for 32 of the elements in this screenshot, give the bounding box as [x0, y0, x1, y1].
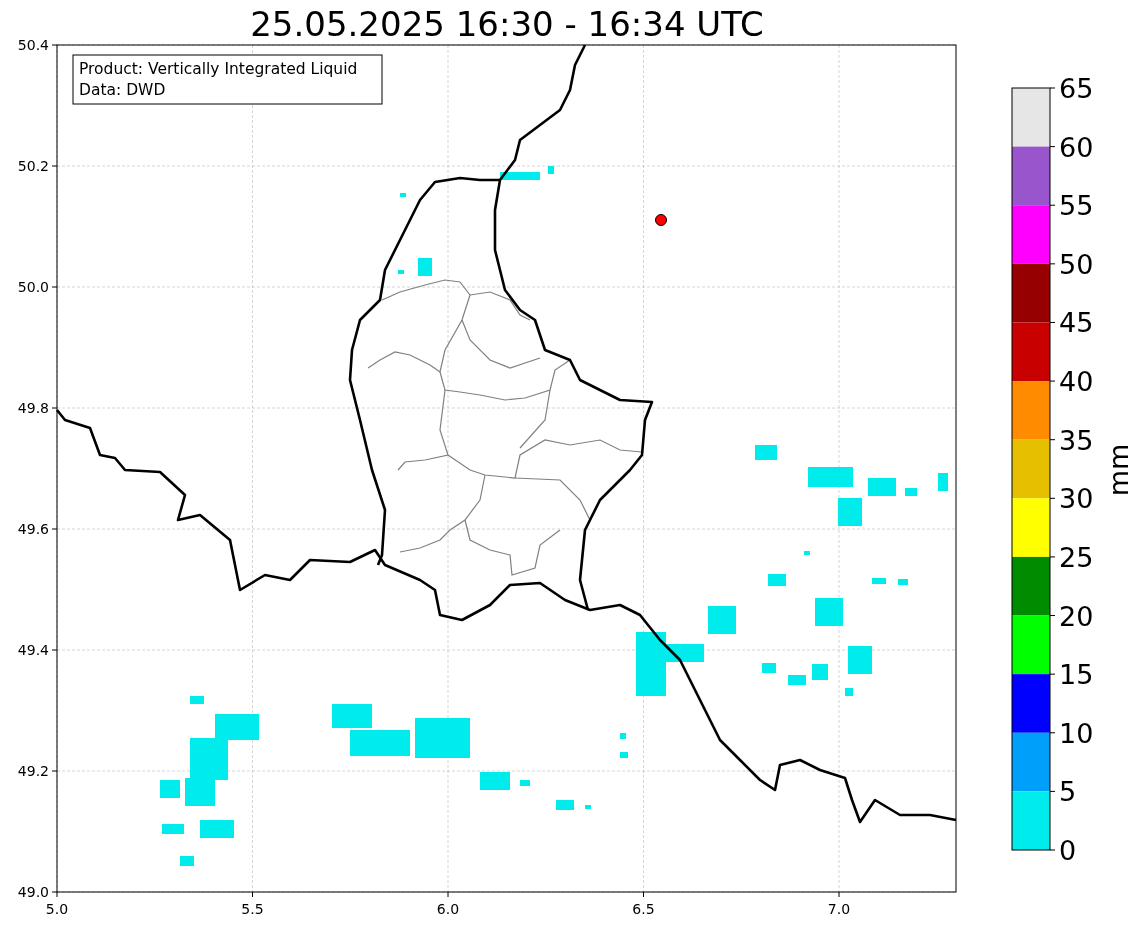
y-tick-label: 49.2 — [17, 763, 49, 779]
y-tick-label: 50.2 — [17, 158, 49, 174]
colorbar-tick-label: 15 — [1059, 659, 1094, 691]
info-text: Data: DWD — [79, 81, 166, 99]
y-tick-label: 49.6 — [17, 521, 49, 537]
colorbar-tick-label: 60 — [1059, 131, 1094, 163]
x-tick-label: 5.0 — [45, 901, 69, 917]
colorbar-tick-label: 55 — [1059, 190, 1094, 222]
x-tick-label: 6.5 — [632, 901, 655, 917]
colorbar-tick-label: 30 — [1059, 483, 1094, 515]
colorbar-tick-label: 35 — [1059, 424, 1094, 456]
colorbar-tick-label: 5 — [1059, 776, 1077, 808]
colorbar-tick-label: 20 — [1059, 600, 1094, 632]
y-tick-label: 50.0 — [17, 279, 49, 295]
colorbar-tick-label: 65 — [1059, 73, 1094, 104]
colorbar-tick-label: 45 — [1059, 307, 1094, 339]
info-text: Product: Vertically Integrated Liquid — [79, 60, 358, 78]
colorbar-tick-label: 10 — [1059, 717, 1094, 749]
x-tick-label: 6.0 — [436, 901, 460, 917]
location-marker — [655, 214, 667, 226]
chart-title: 25.05.2025 16:30 - 16:34 UTC — [250, 4, 764, 44]
y-tick-label: 49.8 — [17, 400, 49, 416]
x-tick-label: 7.0 — [827, 901, 851, 917]
y-tick-label: 49.4 — [17, 642, 49, 658]
colorbar-tick-label: 50 — [1059, 248, 1094, 280]
x-tick-label: 5.5 — [241, 901, 264, 917]
colorbar-tick-label: 40 — [1059, 366, 1094, 398]
y-tick-label: 50.4 — [17, 37, 49, 53]
colorbar-unit-label: mm — [1103, 443, 1134, 497]
colorbar-tick-label: 25 — [1059, 541, 1094, 573]
colorbar-tick-label: 0 — [1059, 835, 1077, 866]
y-tick-label: 49.0 — [17, 884, 49, 900]
